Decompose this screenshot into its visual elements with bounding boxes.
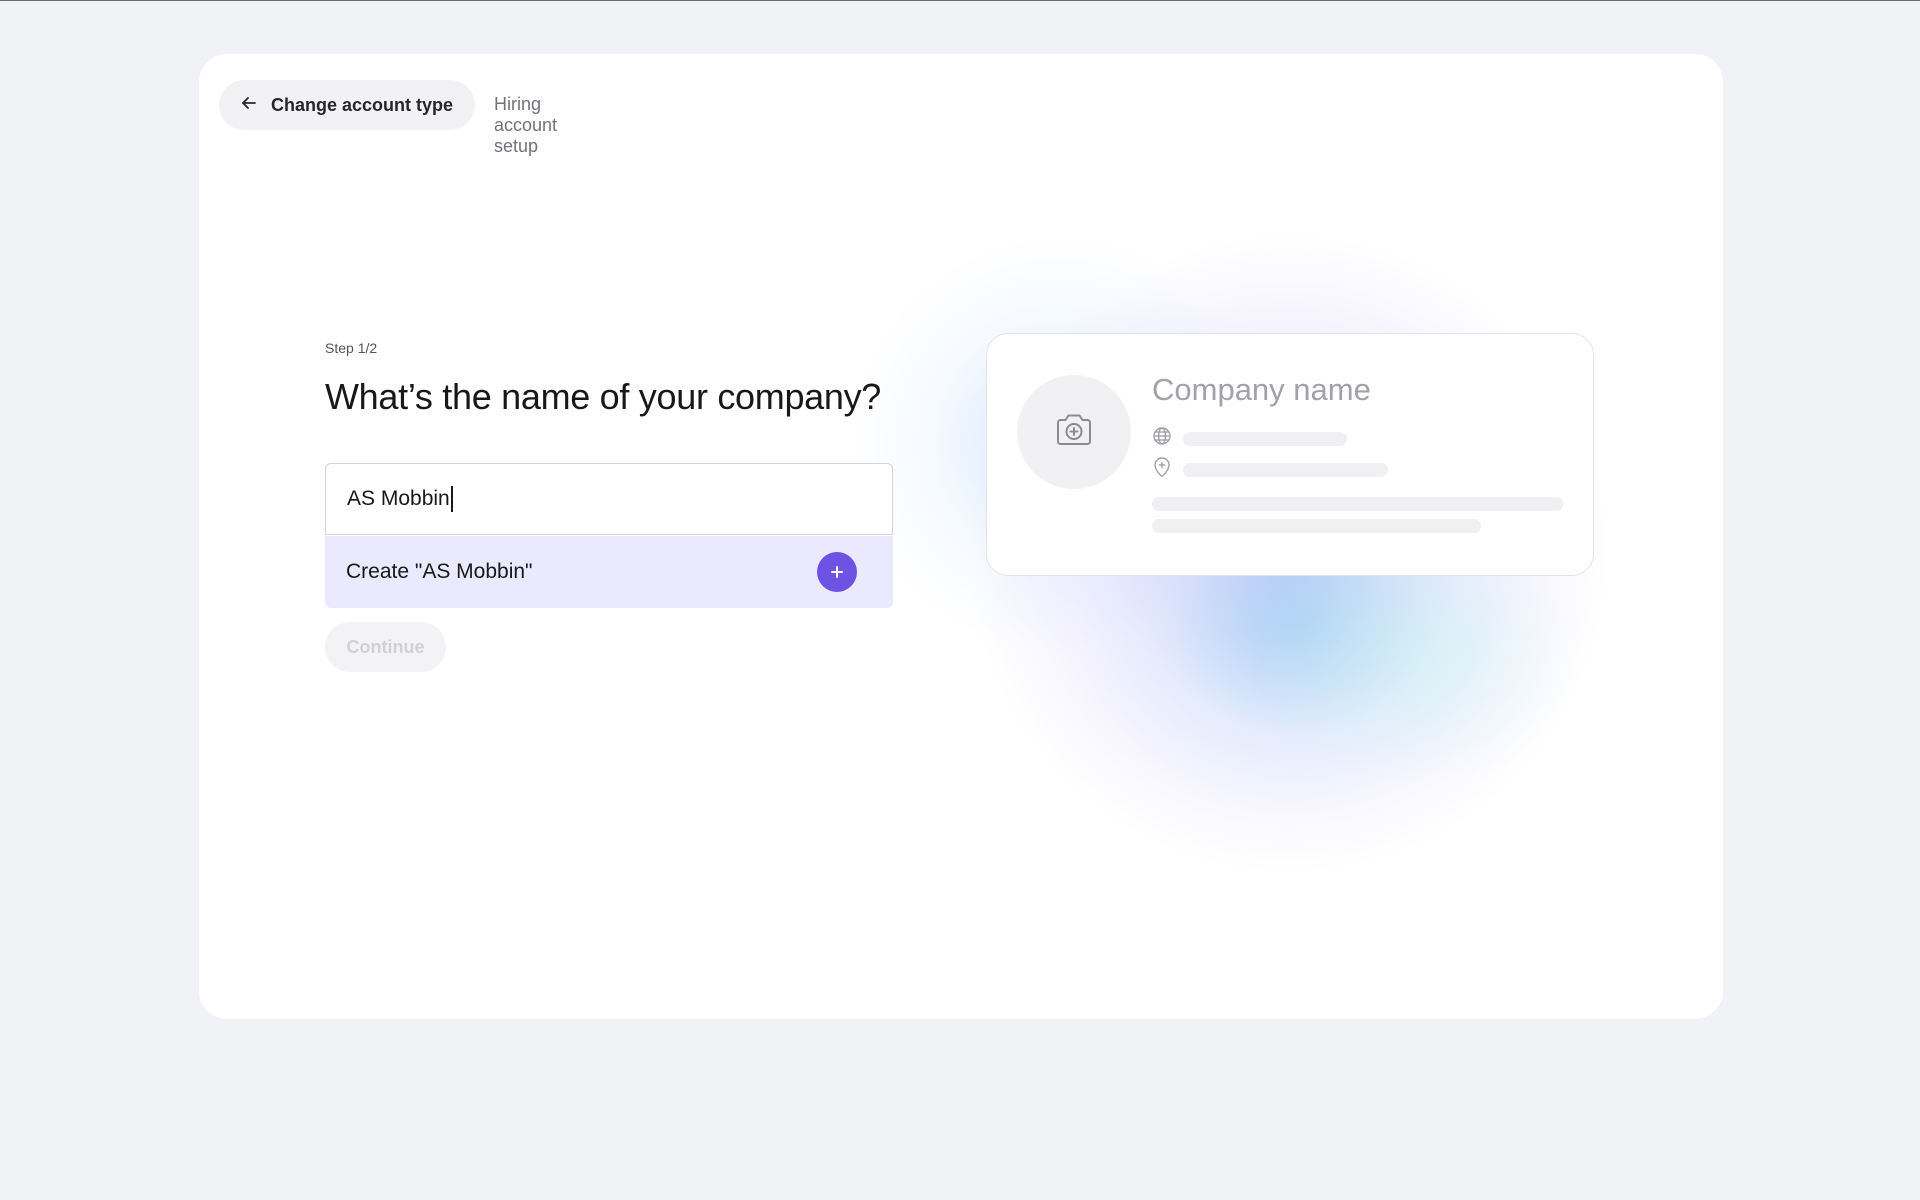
plus-icon bbox=[817, 552, 857, 592]
company-name-input[interactable]: AS Mobbin bbox=[325, 463, 893, 535]
map-pin-icon bbox=[1152, 456, 1172, 483]
change-account-type-label: Change account type bbox=[271, 94, 454, 115]
website-placeholder-bar bbox=[1183, 431, 1347, 446]
arrow-left-icon bbox=[239, 93, 259, 118]
company-preview-card: Company name bbox=[986, 333, 1594, 576]
setup-card: Change account type Hiring account setup… bbox=[199, 54, 1723, 1019]
step-indicator: Step 1/2 bbox=[325, 340, 378, 356]
website-row bbox=[1152, 426, 1347, 451]
description-placeholder-bar bbox=[1152, 497, 1563, 511]
location-row bbox=[1152, 456, 1388, 483]
location-placeholder-bar bbox=[1183, 462, 1388, 477]
company-name-placeholder: Company name bbox=[1152, 372, 1371, 407]
window-top-border bbox=[0, 0, 1920, 1]
create-company-option[interactable]: Create "AS Mobbin" bbox=[325, 536, 893, 608]
breadcrumb: Hiring account setup bbox=[494, 94, 558, 156]
company-name-input-value: AS Mobbin bbox=[347, 487, 450, 510]
text-caret bbox=[450, 486, 453, 512]
globe-icon bbox=[1152, 426, 1172, 451]
change-account-type-button[interactable]: Change account type bbox=[219, 80, 476, 130]
description-placeholder-bar bbox=[1152, 519, 1481, 533]
create-company-label: Create "AS Mobbin" bbox=[346, 560, 533, 583]
continue-button[interactable]: Continue bbox=[325, 622, 446, 672]
logo-upload[interactable] bbox=[1017, 375, 1131, 489]
page-title: What’s the name of your company? bbox=[325, 376, 882, 417]
camera-plus-icon bbox=[1054, 412, 1094, 453]
